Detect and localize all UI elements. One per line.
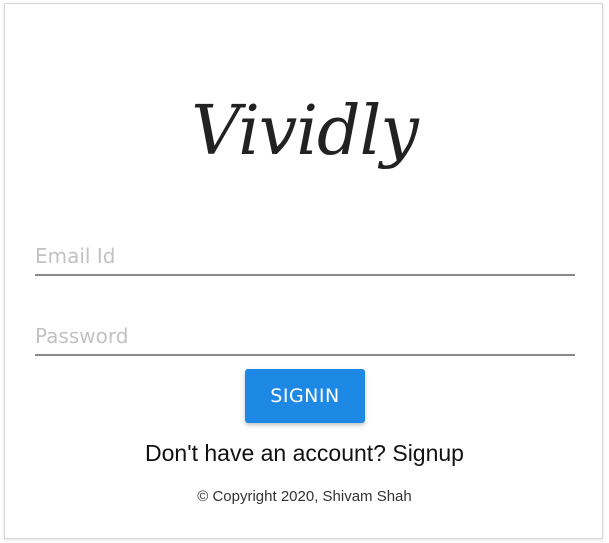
app-logo: Vividly (191, 92, 419, 171)
signup-link[interactable]: Signup (392, 440, 464, 466)
email-field[interactable] (35, 224, 575, 274)
password-field[interactable] (35, 304, 575, 354)
login-card: Vividly SIGNIN Don't have an account? Si… (4, 3, 603, 539)
email-field-container (35, 224, 575, 276)
copyright-text: © Copyright 2020, Shivam Shah (197, 488, 412, 505)
signup-prompt-line: Don't have an account? Signup (5, 440, 604, 467)
password-field-container (35, 304, 575, 356)
signin-button[interactable]: SIGNIN (245, 369, 365, 423)
signup-prompt: Don't have an account? (145, 440, 386, 466)
